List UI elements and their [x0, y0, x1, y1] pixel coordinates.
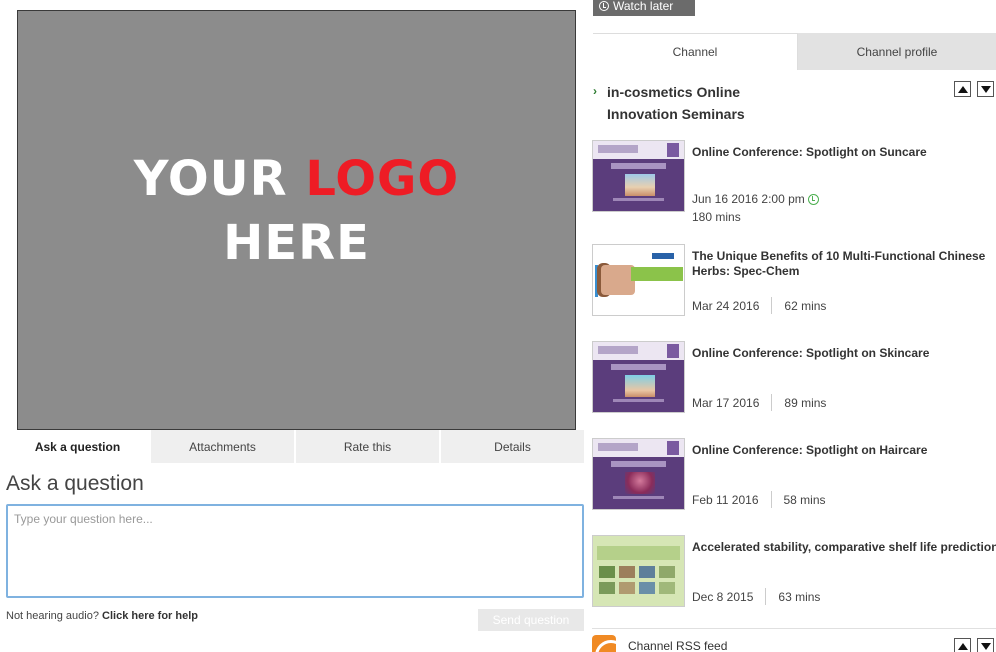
player-tabs: Ask a question Attachments Rate this Det… [6, 430, 584, 463]
scroll-down-button[interactable] [977, 81, 994, 97]
webcast-meta: Feb 11 2016 58 mins [692, 491, 826, 508]
video-player[interactable]: YOUR LOGO HERE [17, 10, 576, 430]
webcast-meta: Mar 24 2016 62 mins [692, 297, 826, 314]
logo-text-logo: LOGO [305, 151, 460, 207]
webcast-duration: 62 mins [784, 298, 827, 313]
rss-icon[interactable] [592, 635, 616, 652]
webcast-date-text: Mar 24 2016 [692, 298, 760, 313]
ask-question-heading: Ask a question [6, 472, 144, 495]
webcast-thumbnail[interactable] [592, 438, 685, 510]
list-item[interactable]: Accelerated stability, comparative shelf… [592, 535, 996, 615]
chevron-right-icon[interactable]: › [593, 84, 597, 98]
webcast-title[interactable]: Accelerated stability, comparative shelf… [692, 540, 996, 555]
arrow-down-icon [980, 85, 991, 93]
send-question-button[interactable]: Send question [478, 609, 584, 631]
webcast-date: Jun 16 2016 2:00 pm [692, 192, 819, 206]
webcast-title[interactable]: The Unique Benefits of 10 Multi-Function… [692, 249, 996, 279]
logo-placeholder: YOUR LOGO HERE [18, 147, 575, 275]
audio-help-link[interactable]: Click here for help [102, 610, 198, 622]
audio-help-prefix: Not hearing audio? [6, 610, 99, 622]
webcast-title[interactable]: Online Conference: Spotlight on Skincare [692, 346, 996, 361]
list-item[interactable]: The Unique Benefits of 10 Multi-Function… [592, 244, 996, 324]
list-item[interactable]: Online Conference: Spotlight on Skincare… [592, 341, 996, 421]
logo-text-your: YOUR [133, 151, 288, 207]
upcoming-clock-icon [807, 193, 819, 205]
rss-scroll-down-button[interactable] [977, 638, 994, 652]
webcast-thumbnail[interactable] [592, 244, 685, 316]
channel-name[interactable]: in-cosmetics Online Innovation Seminars [607, 81, 807, 125]
webcast-meta: Mar 17 2016 89 mins [692, 394, 826, 411]
webcast-thumbnail[interactable] [592, 140, 685, 212]
webcast-duration: 63 mins [778, 589, 821, 604]
scroll-up-button[interactable] [954, 81, 971, 97]
webcast-duration: 180 mins [692, 210, 741, 224]
tab-channel-profile[interactable]: Channel profile [798, 33, 996, 70]
rss-scroll-up-button[interactable] [954, 638, 971, 652]
webcast-date-text: Feb 11 2016 [692, 492, 759, 507]
webcast-duration: 58 mins [783, 492, 826, 507]
webcast-meta: Dec 8 2015 63 mins [692, 588, 820, 605]
arrow-up-icon [957, 642, 968, 650]
audio-help-text: Not hearing audio? Click here for help [6, 610, 198, 622]
list-item[interactable]: Online Conference: Spotlight on Haircare… [592, 438, 996, 518]
webcast-thumbnail[interactable] [592, 341, 685, 413]
question-input[interactable] [6, 504, 584, 598]
logo-text-here: HERE [223, 215, 370, 271]
channel-rss-row: Channel RSS feed [592, 628, 996, 652]
webcast-title[interactable]: Online Conference: Spotlight on Suncare [692, 145, 996, 160]
channel-tabs: Channel Channel profile [593, 33, 996, 70]
arrow-up-icon [957, 85, 968, 93]
tab-details[interactable]: Details [441, 430, 584, 463]
watch-later-button[interactable]: Watch later [593, 0, 695, 16]
channel-rss-link[interactable]: Channel RSS feed [628, 639, 727, 652]
tab-attachments[interactable]: Attachments [151, 430, 296, 463]
list-item[interactable]: Online Conference: Spotlight on Suncare … [592, 140, 996, 224]
tab-channel[interactable]: Channel [593, 33, 798, 70]
tab-rate-this[interactable]: Rate this [296, 430, 441, 463]
webcast-date-text: Jun 16 2016 2:00 pm [692, 192, 805, 206]
watch-later-label: Watch later [613, 0, 674, 13]
arrow-down-icon [980, 642, 991, 650]
webcast-date-text: Dec 8 2015 [692, 589, 754, 604]
tab-ask-question[interactable]: Ask a question [6, 430, 151, 463]
webcast-duration: 89 mins [784, 395, 827, 410]
clock-icon [599, 1, 609, 11]
webcast-thumbnail[interactable] [592, 535, 685, 607]
webcast-title[interactable]: Online Conference: Spotlight on Haircare [692, 443, 996, 458]
webcast-date-text: Mar 17 2016 [692, 395, 760, 410]
webcast-page: YOUR LOGO HERE Ask a question Attachment… [0, 0, 996, 652]
